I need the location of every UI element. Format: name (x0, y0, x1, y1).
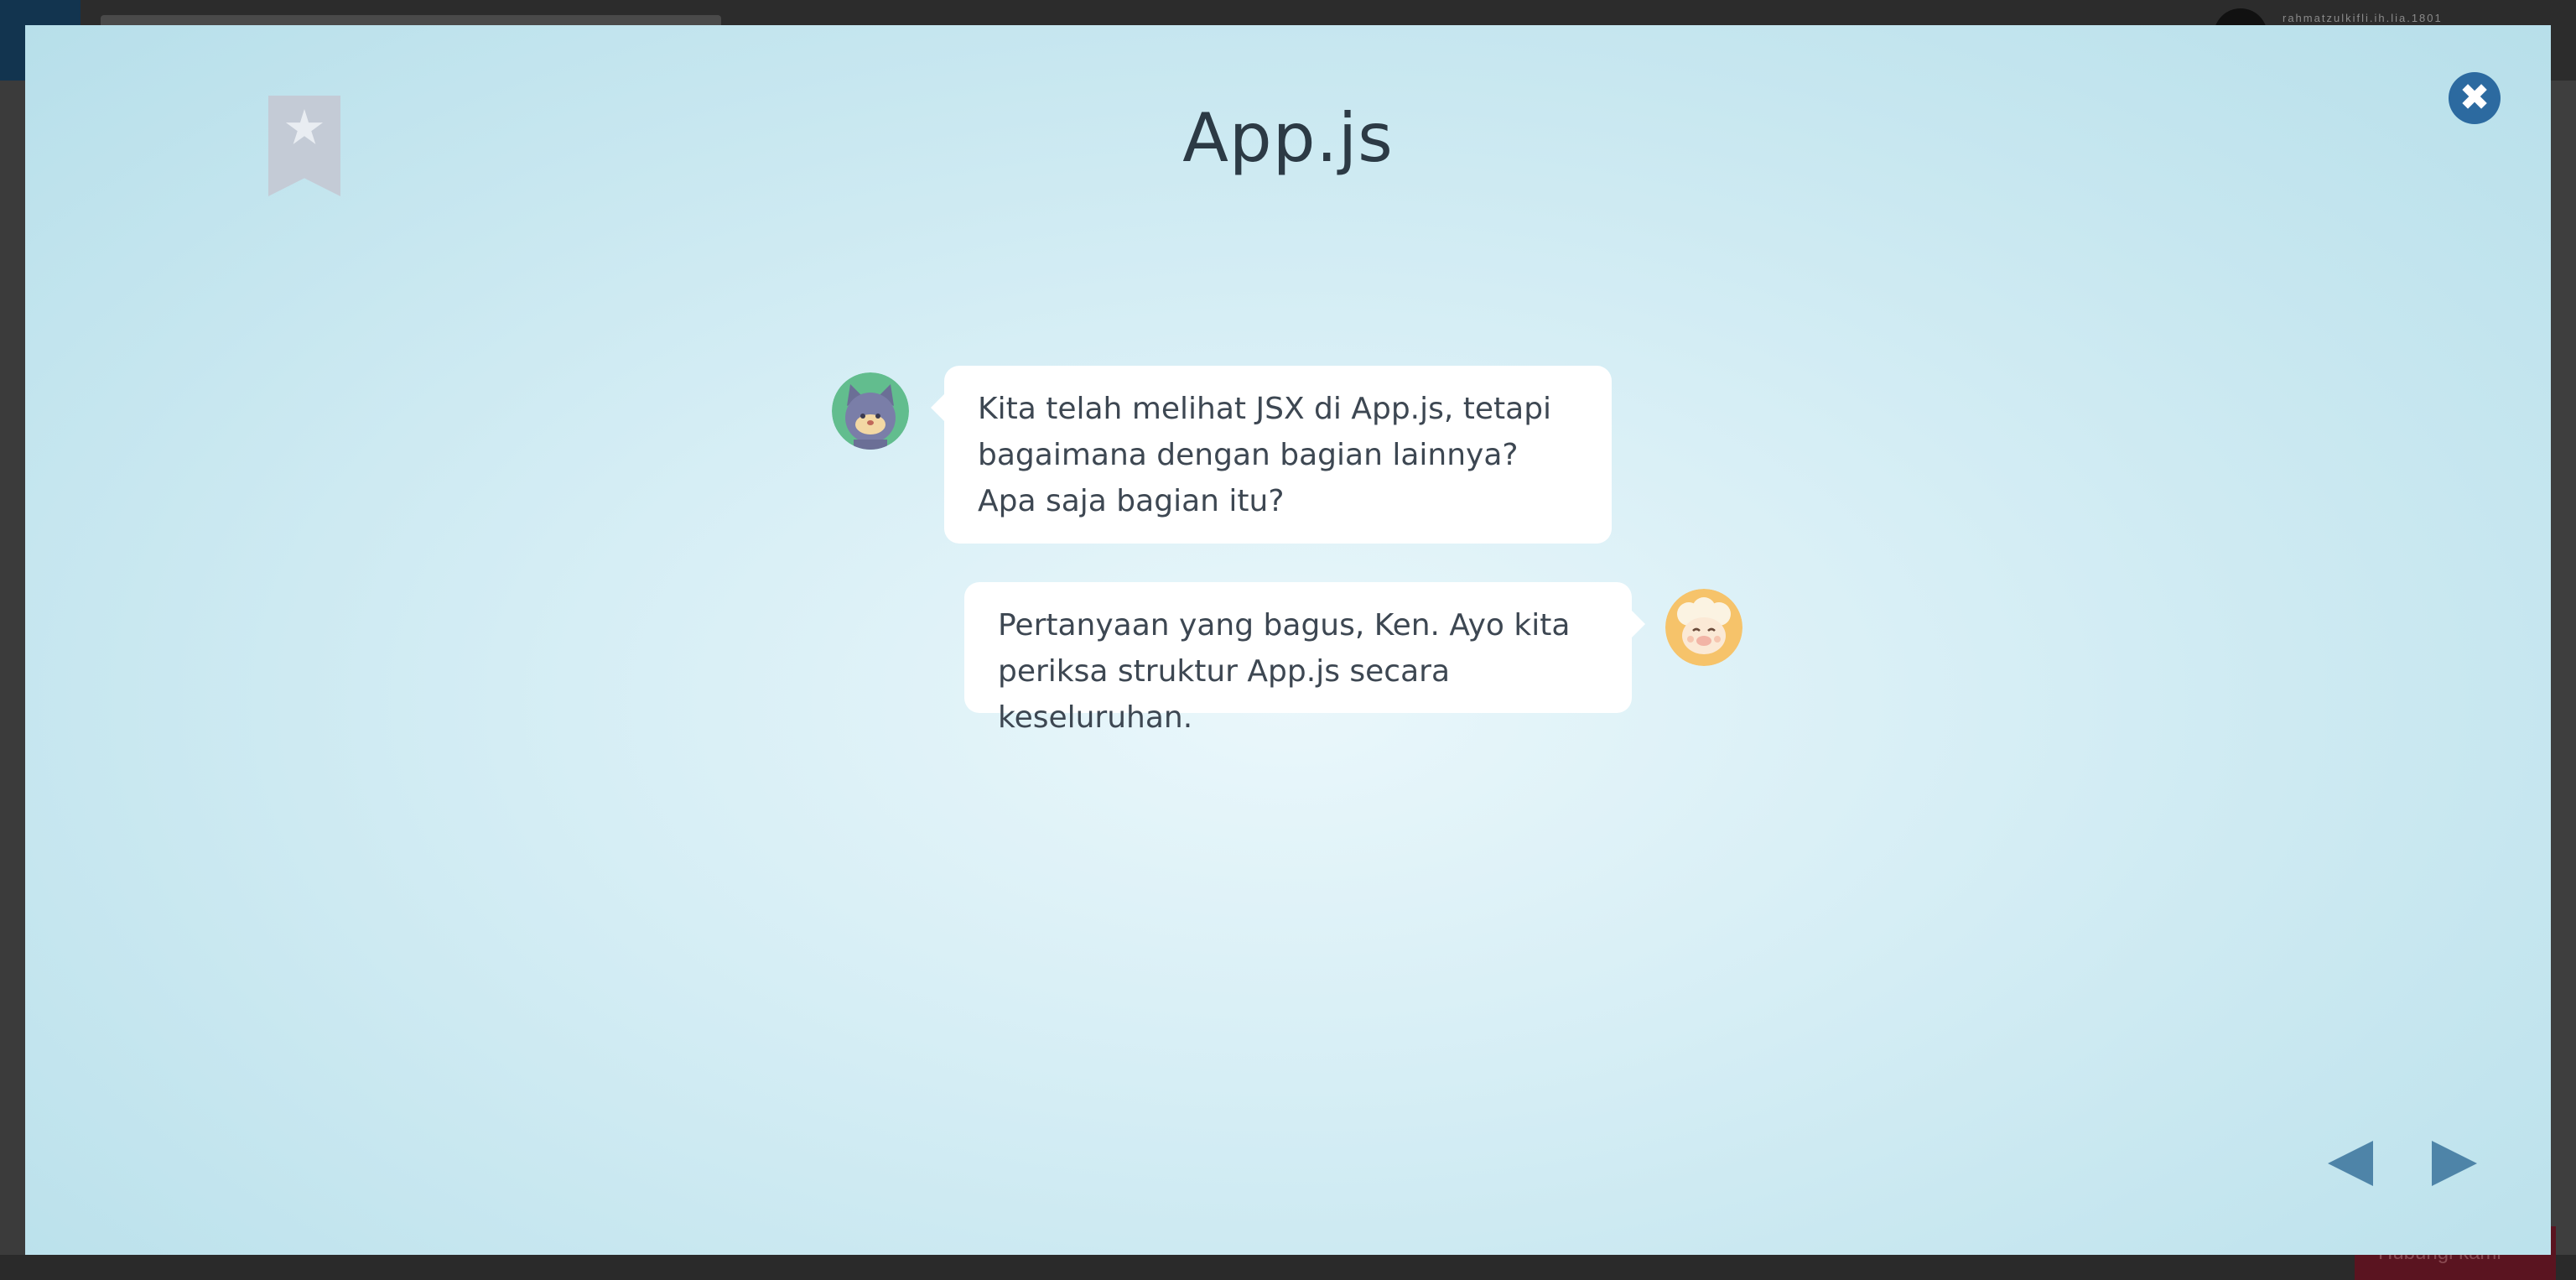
previous-button[interactable] (2328, 1141, 2373, 1186)
ken-avatar (832, 372, 909, 450)
background-username: rahmatzulkifli.ih.lia.1801 (2283, 12, 2443, 24)
page-title: App.js (1182, 99, 1394, 177)
background-sidebar (0, 81, 25, 1280)
background-scrollbar (2551, 81, 2576, 1255)
next-button[interactable] (2432, 1141, 2477, 1186)
message-bubble-ken: Kita telah melihat JSX di App.js, tetapi… (931, 366, 1612, 544)
sheep-icon (1665, 589, 1742, 666)
sheep-avatar (1665, 589, 1742, 666)
lesson-modal: App.js ✖ Kita telah melihat JSX di App.j… (25, 25, 2551, 1255)
cat-icon (832, 372, 909, 450)
message-bubble-sheep: Pertanyaan yang bagus, Ken. Ayo kita per… (964, 582, 1645, 735)
close-button[interactable]: ✖ (2449, 72, 2501, 124)
background-bottom-bar (0, 1255, 2576, 1280)
